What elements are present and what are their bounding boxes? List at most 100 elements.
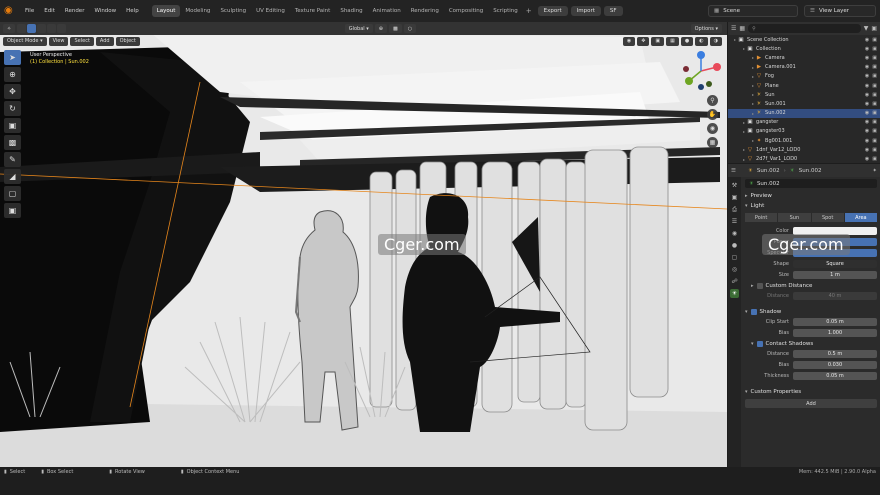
shading-material-button[interactable]: ◐ — [695, 36, 708, 46]
tool-tab-icon[interactable]: ⚒ — [730, 181, 739, 190]
shape-dropdown[interactable]: Square — [793, 260, 877, 268]
shading-rendered-button[interactable]: ◑ — [709, 36, 722, 46]
expand-arrow-icon[interactable]: ▸ — [743, 147, 745, 152]
expand-arrow-icon[interactable]: ▸ — [752, 138, 754, 143]
select-menu[interactable]: Select — [70, 36, 94, 46]
outliner-row[interactable]: ▸ ▶ Camera ◉ ▣ — [728, 53, 880, 62]
eye-icon[interactable]: ◉ — [865, 37, 869, 43]
expand-arrow-icon[interactable]: ▸ — [752, 55, 754, 60]
custom-distance-header[interactable]: ▸ Custom Distance — [745, 281, 877, 291]
menu-render[interactable]: Render — [60, 8, 90, 14]
tab-rendering[interactable]: Rendering — [406, 5, 444, 17]
scene-tab-icon[interactable]: ◉ — [730, 229, 739, 238]
select-subtract-icon[interactable] — [47, 24, 57, 33]
orientation-dropdown[interactable]: Global ▾ — [344, 24, 373, 33]
add-property-button[interactable]: Add — [745, 399, 877, 408]
camera-render-icon[interactable]: ▣ — [872, 119, 877, 125]
overlay-button[interactable]: ▣ — [651, 36, 665, 46]
bias-field[interactable]: 1.000 — [793, 329, 877, 337]
camera-render-icon[interactable]: ▣ — [872, 147, 877, 153]
select-extend-icon[interactable] — [37, 24, 47, 33]
outliner-row[interactable]: ▸ ▣ Collection ◉ ▣ — [728, 44, 880, 53]
light-type-sun[interactable]: Sun — [778, 213, 811, 222]
zoom-icon[interactable]: ⚲ — [707, 95, 718, 106]
camera-render-icon[interactable]: ▣ — [872, 138, 877, 144]
outliner-search-input[interactable]: ⚲ — [748, 24, 861, 33]
editor-type-button[interactable]: ✧ — [3, 24, 16, 33]
tab-shading[interactable]: Shading — [335, 5, 367, 17]
eye-icon[interactable]: ◉ — [865, 156, 869, 162]
select-invert-icon[interactable] — [57, 24, 67, 33]
menu-help[interactable]: Help — [121, 8, 144, 14]
menu-edit[interactable]: Edit — [39, 8, 60, 14]
mode-dropdown[interactable]: Object Mode ▾ — [3, 36, 47, 46]
visibility-button[interactable]: ◉ — [622, 36, 636, 46]
navigation-gizmo[interactable]: ⚲ ✋ ◉ ▦ — [679, 49, 723, 149]
expand-arrow-icon[interactable]: ▸ — [752, 92, 754, 97]
light-type-point[interactable]: Point — [745, 213, 778, 222]
expand-arrow-icon[interactable]: ▸ — [752, 111, 754, 116]
eye-icon[interactable]: ◉ — [865, 138, 869, 144]
rotate-tool-icon[interactable]: ↻ — [4, 101, 21, 116]
distance-field[interactable]: 40 m — [793, 292, 877, 300]
proportional-edit-button[interactable]: ○ — [403, 24, 417, 33]
outliner-row[interactable]: ▸ ☀ Sun.001 ◉ ▣ — [728, 99, 880, 108]
add-menu[interactable]: Add — [95, 36, 114, 46]
scale-tool-icon[interactable]: ▣ — [4, 118, 21, 133]
eye-icon[interactable]: ◉ — [865, 128, 869, 134]
snap-button[interactable]: ▩ — [388, 24, 402, 33]
eye-icon[interactable]: ◉ — [865, 147, 869, 153]
eye-icon[interactable]: ◉ — [865, 101, 869, 107]
options-dropdown[interactable]: Options ▾ — [690, 24, 723, 33]
outliner-row[interactable]: ▸ ☀ Sun ◉ ▣ — [728, 90, 880, 99]
contact-shadows-header[interactable]: ▾ Contact Shadows — [745, 339, 877, 349]
eye-icon[interactable]: ◉ — [865, 92, 869, 98]
outliner-row[interactable]: ▸ ▣ gangster03 ◉ ▣ — [728, 127, 880, 136]
size-field[interactable]: 1 m — [793, 271, 877, 279]
camera-render-icon[interactable]: ▣ — [872, 128, 877, 134]
shading-solid-button[interactable]: ● — [680, 36, 694, 46]
expand-arrow-icon[interactable]: ▸ — [752, 101, 754, 106]
outliner-row[interactable]: ▸ ✦ Bg001.001 ◉ ▣ — [728, 136, 880, 145]
render-tab-icon[interactable]: ▣ — [730, 193, 739, 202]
view-menu[interactable]: View — [48, 36, 69, 46]
tab-animation[interactable]: Animation — [368, 5, 406, 17]
data-name-label[interactable]: Sun.002 — [799, 168, 822, 174]
display-mode-icon[interactable]: ▦ — [739, 25, 745, 32]
camera-render-icon[interactable]: ▣ — [872, 92, 877, 98]
view-layer-selector[interactable]: ☰ View Layer — [804, 5, 876, 17]
3d-viewport[interactable]: ✧ Global ▾ ⊕ ▩ ○ Options ▾ Object Mode ▾… — [0, 22, 727, 467]
axis-gizmo-icon[interactable] — [679, 49, 723, 93]
shadow-section-header[interactable]: ▾ Shadow — [745, 307, 877, 317]
tab-modeling[interactable]: Modeling — [180, 5, 215, 17]
camera-render-icon[interactable]: ▣ — [872, 101, 877, 107]
filter-icon[interactable]: ▼ — [864, 25, 869, 32]
new-collection-icon[interactable]: ▣ — [871, 25, 877, 32]
outliner-row[interactable]: ▸ ▽ Plane ◉ ▣ — [728, 81, 880, 90]
tab-compositing[interactable]: Compositing — [444, 5, 488, 17]
add-workspace-icon[interactable]: + — [526, 7, 532, 15]
properties-editor-icon[interactable]: ☰ — [731, 168, 736, 174]
camera-render-icon[interactable]: ▣ — [872, 110, 877, 116]
select-box-icon[interactable] — [27, 24, 37, 33]
select-tool-icon[interactable]: ➤ — [4, 50, 21, 65]
tab-uv-editing[interactable]: UV Editing — [251, 5, 290, 17]
world-tab-icon[interactable]: ● — [730, 241, 739, 250]
eye-icon[interactable]: ◉ — [865, 46, 869, 52]
expand-arrow-icon[interactable]: ▸ — [743, 46, 745, 51]
eye-icon[interactable]: ◉ — [865, 83, 869, 89]
preview-section-header[interactable]: ▸ Preview — [745, 191, 877, 201]
shadow-checkbox[interactable] — [750, 309, 757, 315]
camera-view-icon[interactable]: ◉ — [707, 123, 718, 134]
outliner-row[interactable]: ▸ ▣ Scene Collection ◉ ▣ — [728, 35, 880, 44]
outliner-row[interactable]: ▸ ▶ Camera.001 ◉ ▣ — [728, 63, 880, 72]
cursor-tool-icon[interactable]: ⊕ — [4, 67, 21, 82]
expand-arrow-icon[interactable]: ▸ — [743, 120, 745, 125]
tab-layout[interactable]: Layout — [151, 5, 181, 17]
expand-arrow-icon[interactable]: ▸ — [743, 129, 745, 134]
light-type-area[interactable]: Area — [844, 213, 877, 222]
camera-render-icon[interactable]: ▣ — [872, 46, 877, 52]
eye-icon[interactable]: ◉ — [865, 73, 869, 79]
object-menu[interactable]: Object — [115, 36, 140, 46]
custom-distance-checkbox[interactable] — [756, 283, 763, 289]
